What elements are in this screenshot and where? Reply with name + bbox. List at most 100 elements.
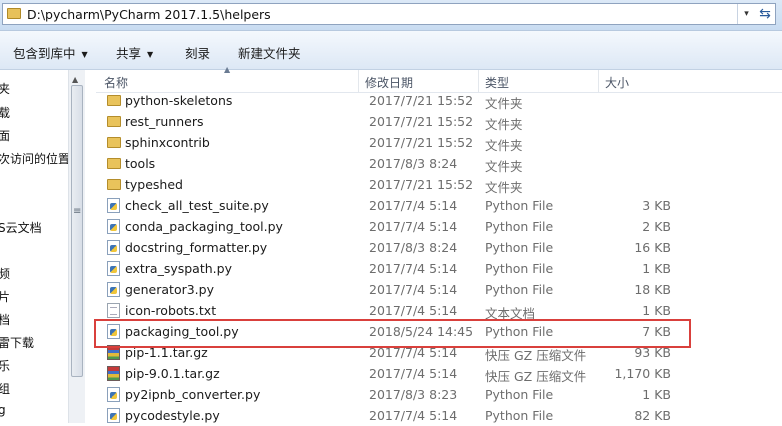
chevron-down-icon: ▼ (81, 50, 88, 59)
file-row[interactable]: icon-robots.txt 2017/7/4 5:14 文本文档 1 KB (96, 300, 782, 321)
folder-icon (107, 158, 121, 169)
column-name[interactable]: 名称 (104, 74, 128, 91)
folder-icon (107, 179, 121, 190)
file-date: 2017/7/4 5:14 (369, 408, 458, 423)
nav-item[interactable]: 面 (0, 127, 10, 144)
file-date: 2017/7/4 5:14 (369, 282, 458, 297)
sort-ascending-icon: ▲ (224, 65, 231, 74)
file-size: 1 KB (642, 387, 671, 402)
column-date[interactable]: 修改日期 (365, 74, 413, 91)
file-date: 2017/7/21 15:52 (369, 93, 474, 108)
python-file-icon (107, 261, 120, 276)
include-in-library-label: 包含到库中 (13, 46, 76, 61)
nav-item[interactable]: 组 (0, 380, 10, 397)
nav-item[interactable]: 频 (0, 265, 10, 282)
include-in-library-button[interactable]: 包含到库中 ▼ (13, 43, 88, 62)
archive-icon (107, 366, 120, 381)
file-row[interactable]: pip-9.0.1.tar.gz 2017/7/4 5:14 快压 GZ 压缩文件 1… (96, 363, 782, 384)
file-name: rest_runners (125, 114, 204, 129)
python-file-icon (107, 219, 120, 234)
python-file-icon (107, 387, 120, 402)
burn-button[interactable]: 刻录 (185, 43, 210, 62)
scrollbar-thumb[interactable]: ≡ (71, 85, 83, 377)
column-divider[interactable] (358, 70, 359, 92)
file-row[interactable]: generator3.py 2017/7/4 5:14 Python File 18 … (96, 279, 782, 300)
file-type: Python File (485, 198, 554, 213)
file-type: Python File (485, 387, 554, 402)
address-box[interactable]: D:\pycharm\PyCharm 2017.1.5\helpers ▾ ⇆ (2, 3, 776, 25)
address-bar: D:\pycharm\PyCharm 2017.1.5\helpers ▾ ⇆ (0, 0, 782, 31)
column-size[interactable]: 大小 (605, 74, 629, 91)
file-type: Python File (485, 261, 554, 276)
file-name: tools (125, 156, 156, 171)
nav-scrollbar[interactable]: ▲ ≡ (68, 70, 85, 423)
file-row[interactable]: conda_packaging_tool.py 2017/7/4 5:14 Pyth… (96, 216, 782, 237)
file-row[interactable]: docstring_formatter.py 2017/8/3 8:24 Pytho… (96, 237, 782, 258)
file-row[interactable]: sphinxcontrib 2017/7/21 15:52 文件夹 (96, 132, 782, 153)
file-name: conda_packaging_tool.py (125, 219, 283, 234)
file-name: python-skeletons (125, 93, 233, 108)
file-row[interactable]: typeshed 2017/7/21 15:52 文件夹 (96, 174, 782, 195)
column-type[interactable]: 类型 (485, 74, 509, 91)
share-label: 共享 (116, 46, 142, 61)
file-type: 文件夹 (485, 159, 523, 174)
file-size: 1 KB (642, 303, 671, 318)
file-row[interactable]: python-skeletons 2017/7/21 15:52 文件夹 (96, 90, 782, 111)
python-file-icon (107, 282, 120, 297)
file-row[interactable]: rest_runners 2017/7/21 15:52 文件夹 (96, 111, 782, 132)
column-divider[interactable] (478, 70, 479, 92)
nav-item[interactable]: 次访问的位置 (0, 150, 68, 167)
file-name: icon-robots.txt (125, 303, 217, 318)
file-name: extra_syspath.py (125, 261, 232, 276)
file-row[interactable]: tools 2017/8/3 8:24 文件夹 (96, 153, 782, 174)
nav-item[interactable]: 雷下载 (0, 334, 34, 351)
folder-icon (107, 137, 121, 148)
file-name: sphinxcontrib (125, 135, 210, 150)
python-file-icon (107, 408, 120, 423)
file-type: 文件夹 (485, 180, 523, 195)
file-type: Python File (485, 219, 554, 234)
folder-icon (107, 116, 121, 127)
file-size: 1,170 KB (614, 366, 671, 381)
scroll-up-icon[interactable]: ▲ (72, 75, 78, 84)
text-file-icon (107, 303, 120, 318)
new-folder-button[interactable]: 新建文件夹 (238, 43, 301, 62)
file-date: 2017/7/21 15:52 (369, 177, 474, 192)
nav-item[interactable]: 乐 (0, 357, 10, 374)
file-type: Python File (485, 240, 554, 255)
file-name: check_all_test_suite.py (125, 198, 269, 213)
file-size: 82 KB (634, 408, 671, 423)
file-type: Python File (485, 408, 554, 423)
file-row[interactable]: py2ipnb_converter.py 2017/8/3 8:23 Python … (96, 384, 782, 405)
share-button[interactable]: 共享 ▼ (116, 43, 153, 62)
address-path[interactable]: D:\pycharm\PyCharm 2017.1.5\helpers (27, 7, 271, 22)
nav-item[interactable]: S云文档 (0, 219, 42, 236)
column-divider[interactable] (598, 70, 599, 92)
file-date: 2017/7/4 5:14 (369, 303, 458, 318)
file-type: 快压 GZ 压缩文件 (485, 369, 587, 384)
nav-item[interactable]: 档 (0, 311, 10, 328)
chevron-down-icon: ▼ (147, 50, 154, 59)
file-type: 文件夹 (485, 117, 523, 132)
folder-icon (7, 8, 21, 19)
grip-icon: ≡ (73, 206, 82, 217)
python-file-icon (107, 240, 120, 255)
highlight-box (94, 319, 691, 348)
nav-item[interactable]: 片 (0, 288, 10, 305)
file-size: 18 KB (634, 282, 671, 297)
file-row[interactable]: check_all_test_suite.py 2017/7/4 5:14 Pyth… (96, 195, 782, 216)
file-row[interactable]: extra_syspath.py 2017/7/4 5:14 Python File… (96, 258, 782, 279)
navigation-pane: 夹 载 面 次访问的位置 S云文档 频 片 档 雷下载 乐 组 g (0, 70, 68, 423)
file-name: pycodestyle.py (125, 408, 220, 423)
file-date: 2017/7/4 5:14 (369, 198, 458, 213)
file-date: 2017/7/4 5:14 (369, 219, 458, 234)
file-size: 3 KB (642, 198, 671, 213)
nav-item[interactable]: 载 (0, 104, 10, 121)
file-type: 文件夹 (485, 138, 523, 153)
refresh-icon[interactable]: ⇆ (755, 4, 775, 24)
chevron-down-icon[interactable]: ▾ (737, 4, 755, 24)
nav-item[interactable]: g (0, 403, 6, 417)
nav-item[interactable]: 夹 (0, 80, 10, 97)
file-name: docstring_formatter.py (125, 240, 268, 255)
file-date: 2017/7/21 15:52 (369, 135, 474, 150)
